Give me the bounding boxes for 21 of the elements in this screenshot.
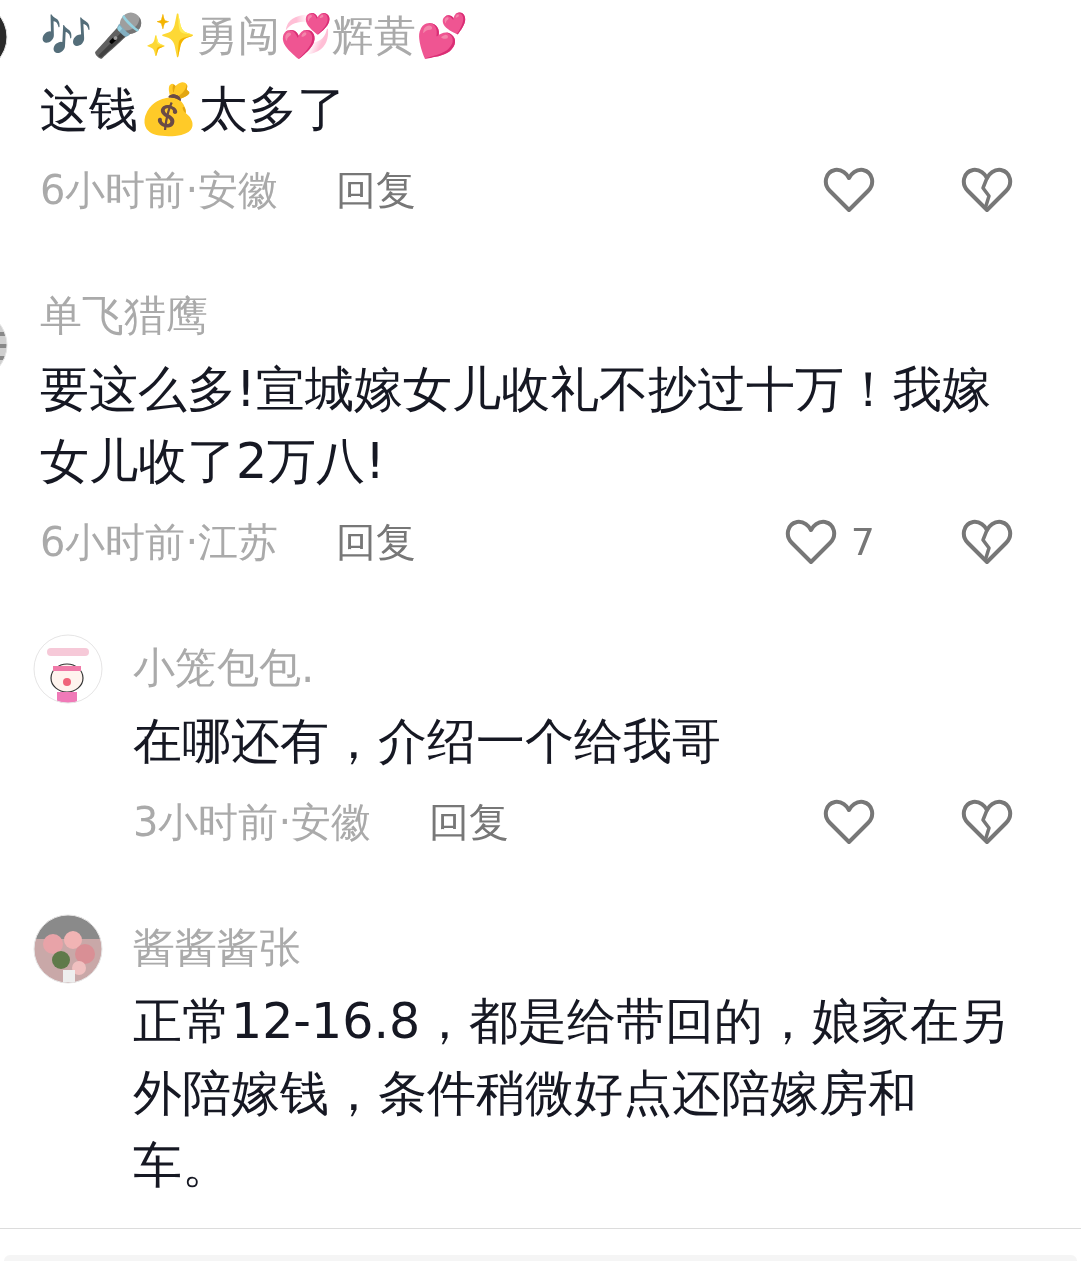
comment-text: 这钱💰太多了: [40, 80, 347, 140]
broken-heart-icon[interactable]: [961, 518, 1013, 566]
broken-heart-icon[interactable]: [961, 166, 1013, 214]
reply-button[interactable]: 回复: [336, 514, 417, 570]
heart-icon[interactable]: [823, 798, 875, 846]
comment-text: 要这么多!宣城嫁女儿收礼不抄过十万！我嫁女儿收了2万八!: [40, 360, 992, 492]
reply-button[interactable]: 回复: [336, 162, 417, 218]
reply-button[interactable]: 回复: [429, 794, 510, 850]
like-count: 7: [850, 520, 875, 564]
user-name[interactable]: 酱酱酱张: [133, 922, 1013, 974]
comment-time-location: 6小时前·江苏: [40, 517, 279, 567]
user-name[interactable]: 小笼包包.: [133, 642, 1013, 694]
user-name[interactable]: 单飞猎鹰: [40, 290, 1013, 342]
heart-icon[interactable]: [784, 518, 837, 566]
comment-time-location: 6小时前·安徽: [40, 165, 279, 215]
broken-heart-icon[interactable]: [961, 798, 1013, 846]
comment-time-location: 3小时前·安徽: [133, 797, 372, 847]
comment-text: 正常12-16.8，都是给带回的，娘家在另外陪嫁钱，条件稍微好点还陪嫁房和车。: [133, 992, 1010, 1196]
user-name[interactable]: 🎶🎤✨勇闯💞辉黄💕: [40, 10, 1013, 62]
comment-text: 在哪还有，介绍一个给我哥: [133, 712, 722, 772]
heart-icon[interactable]: [823, 166, 875, 214]
